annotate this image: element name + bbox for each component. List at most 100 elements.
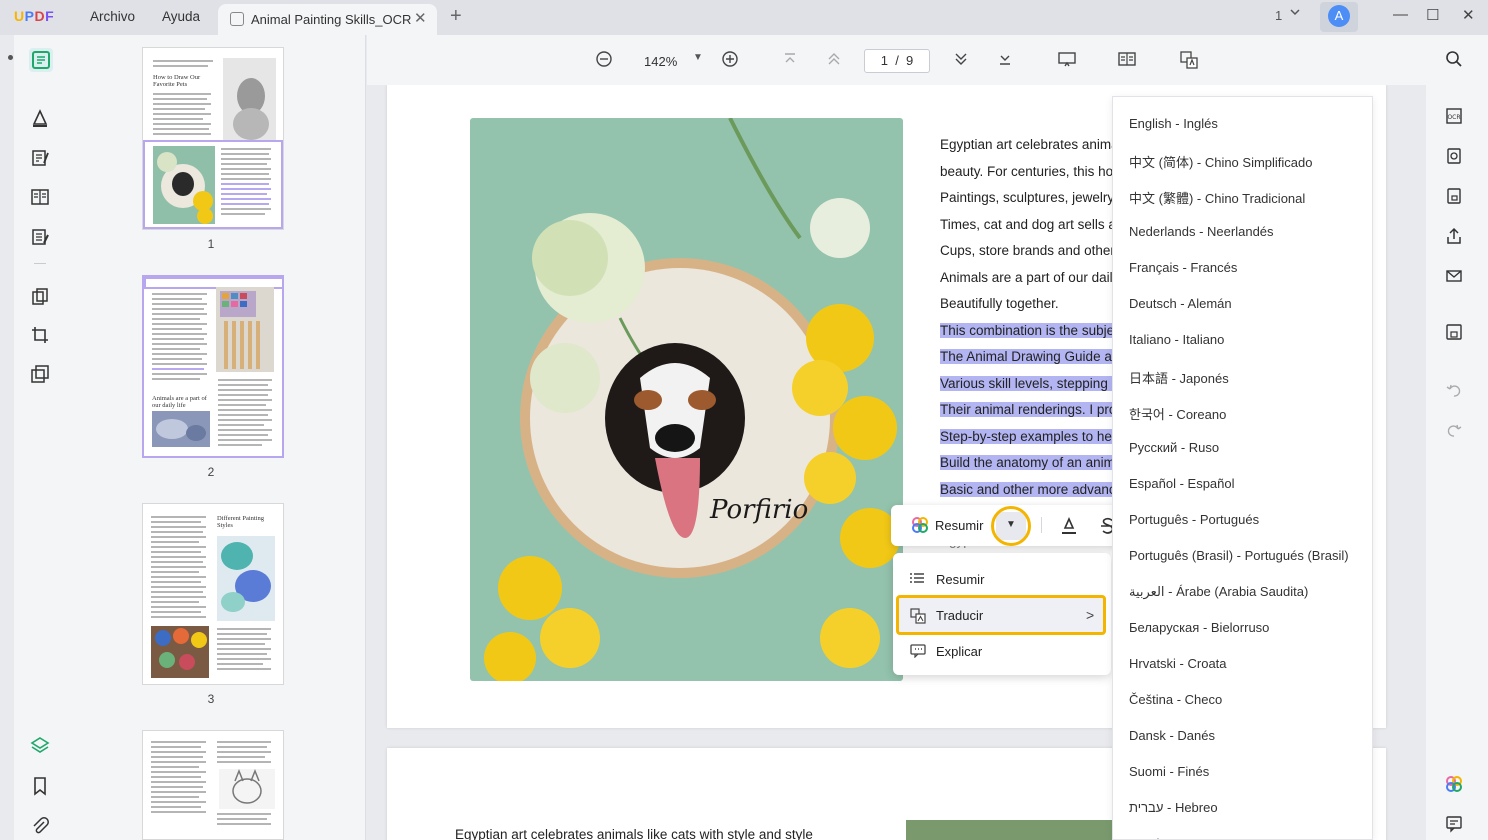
language-option[interactable]: Hrvatski - Croata bbox=[1129, 656, 1227, 671]
language-option[interactable]: Italiano - Italiano bbox=[1129, 332, 1224, 347]
window-count[interactable]: 1 bbox=[1275, 8, 1282, 23]
convert-pdf-icon[interactable] bbox=[1445, 147, 1463, 165]
reader-icon[interactable] bbox=[29, 48, 53, 72]
highlighted-text-line[interactable]: This combination is the subjec bbox=[940, 323, 1112, 338]
paint-jars-image bbox=[151, 626, 209, 678]
close-window-icon[interactable]: ✕ bbox=[1462, 6, 1475, 24]
language-option[interactable]: עברית - Hebreo bbox=[1129, 800, 1218, 815]
page-text-line[interactable]: beauty. For centuries, this ho bbox=[940, 164, 1113, 179]
page-text-line[interactable]: Egyptian art celebrates anima bbox=[940, 137, 1119, 152]
ocr-icon[interactable]: OCR bbox=[1445, 107, 1463, 125]
zoom-out-icon[interactable] bbox=[595, 50, 613, 72]
highlighted-text-line[interactable]: Their animal renderings. I pro bbox=[940, 402, 1112, 417]
language-option[interactable]: العربية - Árabe (Arabia Saudita) bbox=[1129, 584, 1308, 600]
hoop-signature: Porfirio bbox=[709, 495, 808, 525]
page-text-line[interactable]: Paintings, sculptures, jewelry bbox=[940, 190, 1114, 205]
document-tab[interactable]: Animal Painting Skills_OCR ✕ bbox=[218, 4, 437, 35]
menu-ayuda[interactable]: Ayuda bbox=[162, 9, 200, 24]
last-page-icon[interactable] bbox=[996, 50, 1014, 72]
batch-icon[interactable] bbox=[30, 364, 50, 384]
left-toolbar bbox=[14, 35, 66, 840]
thumbnail-number: 3 bbox=[207, 692, 215, 706]
thumbnail-page-1[interactable]: How to Draw Our Favorite Pets bbox=[142, 47, 284, 230]
page-text-line[interactable]: Cups, store brands and other bbox=[940, 243, 1115, 258]
ai-assistant-icon[interactable] bbox=[1445, 775, 1463, 793]
page-text-line[interactable]: Animals are a part of our daily bbox=[940, 270, 1119, 285]
highlighted-text-line[interactable]: Build the anatomy of an anim bbox=[940, 455, 1112, 470]
form-icon[interactable] bbox=[30, 227, 50, 247]
bookmark-icon[interactable] bbox=[30, 776, 50, 796]
presentation-icon[interactable] bbox=[1057, 50, 1077, 72]
edit-pdf-icon[interactable] bbox=[30, 148, 50, 168]
language-option[interactable]: 中文 (简体) - Chino Simplificado bbox=[1129, 152, 1313, 171]
thumbnail-page-4[interactable] bbox=[142, 730, 284, 840]
language-option[interactable]: Русский - Ruso bbox=[1129, 440, 1219, 455]
attachment-icon[interactable] bbox=[30, 816, 50, 836]
minimize-icon[interactable]: — bbox=[1393, 6, 1408, 23]
menu-archivo[interactable]: Archivo bbox=[90, 9, 135, 24]
protect-icon[interactable] bbox=[1445, 187, 1463, 205]
maximize-icon[interactable]: ☐ bbox=[1426, 6, 1439, 24]
close-tab-icon[interactable]: ✕ bbox=[414, 9, 427, 27]
previous-page-icon[interactable] bbox=[825, 50, 843, 72]
language-option[interactable]: Português (Brasil) - Portugués (Brasil) bbox=[1129, 548, 1349, 563]
email-icon[interactable] bbox=[1445, 267, 1463, 285]
crop-icon[interactable] bbox=[30, 325, 50, 345]
language-option[interactable]: Français - Francés bbox=[1129, 260, 1237, 275]
menu-item-summarize[interactable]: Resumir bbox=[893, 561, 1111, 597]
summarize-button[interactable]: Resumir bbox=[935, 518, 983, 533]
language-option[interactable]: 日本語 - Japonés bbox=[1129, 368, 1229, 387]
highlight-ring bbox=[991, 506, 1031, 546]
language-option[interactable]: Español - Español bbox=[1129, 476, 1235, 491]
language-option[interactable]: Dansk - Danés bbox=[1129, 728, 1215, 743]
language-option[interactable]: Čeština - Checo bbox=[1129, 692, 1222, 707]
search-icon[interactable] bbox=[1445, 50, 1463, 68]
language-option[interactable]: 中文 (繁體) - Chino Tradicional bbox=[1129, 188, 1305, 207]
language-option[interactable]: Norsk - Noruego bbox=[1129, 836, 1224, 839]
language-submenu: English - Inglés 中文 (简体) - Chino Simplifi… bbox=[1112, 96, 1373, 840]
menu-item-translate[interactable]: Traducir > bbox=[893, 597, 1111, 633]
thumbnail-page-3[interactable]: Different Painting Styles bbox=[142, 503, 284, 685]
zoom-level[interactable]: 142% bbox=[644, 54, 677, 69]
redo-icon[interactable] bbox=[1445, 421, 1463, 439]
menu-item-label: Explicar bbox=[936, 644, 983, 659]
comment-icon[interactable] bbox=[30, 108, 50, 128]
zoom-in-icon[interactable] bbox=[721, 50, 739, 72]
page2-text-line[interactable]: Egyptian art celebrates animals like cat… bbox=[455, 827, 813, 840]
menu-item-explain[interactable]: Explicar bbox=[893, 633, 1111, 669]
highlighted-text-line[interactable]: Basic and other more advanc bbox=[940, 482, 1112, 497]
highlight-icon[interactable] bbox=[1060, 516, 1078, 539]
highlighted-text-line[interactable]: The Animal Drawing Guide ai bbox=[940, 349, 1112, 364]
page-text-line[interactable]: Times, cat and dog art sells a bbox=[940, 217, 1116, 232]
language-option[interactable]: English - Inglés bbox=[1129, 116, 1218, 131]
right-toolbar: OCR bbox=[1426, 35, 1488, 840]
chevron-down-icon[interactable] bbox=[1289, 6, 1301, 21]
page-layout-icon[interactable] bbox=[1117, 50, 1137, 72]
language-option[interactable]: 한국어 - Coreano bbox=[1129, 404, 1226, 423]
layers-icon[interactable] bbox=[30, 735, 50, 755]
language-option[interactable]: Português - Portugués bbox=[1129, 512, 1259, 527]
avatar[interactable]: A bbox=[1328, 5, 1350, 27]
convert-icon[interactable] bbox=[30, 287, 50, 307]
share-icon[interactable] bbox=[1445, 227, 1463, 245]
save-icon[interactable] bbox=[1445, 323, 1463, 341]
language-option[interactable]: Беларуская - Bielorruso bbox=[1129, 620, 1269, 635]
undo-icon[interactable] bbox=[1445, 381, 1463, 399]
zoom-dropdown-icon[interactable]: ▼ bbox=[693, 52, 703, 63]
page-text-line[interactable]: Beautifully together. bbox=[940, 296, 1059, 311]
organize-pages-icon[interactable] bbox=[30, 187, 50, 207]
toolbar-divider bbox=[34, 263, 46, 264]
translate-page-icon[interactable] bbox=[1179, 50, 1199, 74]
next-page-icon[interactable] bbox=[952, 50, 970, 72]
comments-panel-icon[interactable] bbox=[1445, 815, 1463, 833]
highlighted-text-line[interactable]: Various skill levels, stepping s bbox=[940, 376, 1112, 391]
list-icon bbox=[910, 572, 924, 587]
language-option[interactable]: Nederlands - Neerlandés bbox=[1129, 224, 1274, 239]
highlighted-text-line[interactable]: Step-by-step examples to hel bbox=[940, 429, 1112, 444]
language-option[interactable]: Suomi - Finés bbox=[1129, 764, 1209, 779]
first-page-icon[interactable] bbox=[781, 50, 799, 72]
language-option[interactable]: Deutsch - Alemán bbox=[1129, 296, 1232, 311]
new-tab-icon[interactable]: + bbox=[450, 5, 462, 28]
page-number-input[interactable]: 1 / 9 bbox=[864, 49, 930, 73]
thumbnail-page-2[interactable]: Animals are a part of our daily life bbox=[142, 275, 284, 458]
